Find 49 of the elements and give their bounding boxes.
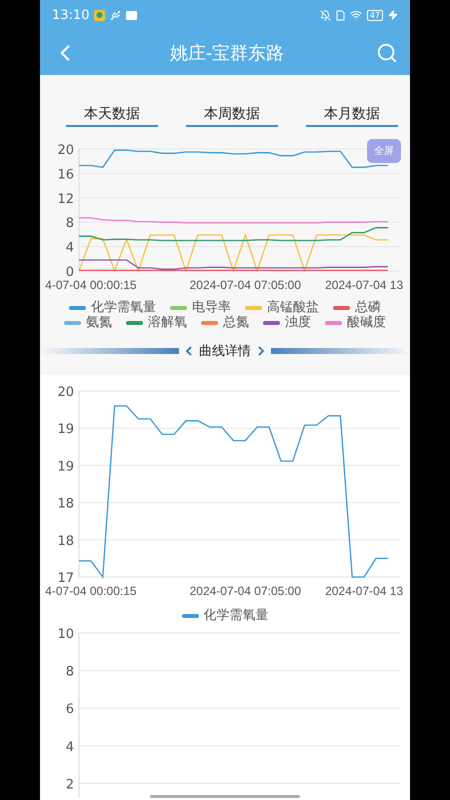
y-axis-label: 10 [57,627,74,642]
x-axis-label: 2024-07-04 07:05:00 [190,584,302,598]
legend-item[interactable]: 总氮 [201,315,249,330]
y-axis-label: 18 [57,534,74,549]
x-axis-label: 4-07-04 00:00:15 [45,584,137,598]
legend-item[interactable]: 酸碱度 [325,315,386,330]
battery-level: 47 [366,10,383,20]
legend-item[interactable]: 化学需氧量 [69,300,156,315]
sim-icon [336,10,345,20]
y-axis-label: 17 [57,571,74,586]
legend-item[interactable]: 浊度 [263,315,311,330]
legend-item[interactable]: 氨氮 [64,315,112,330]
y-axis-label: 16 [57,167,74,182]
usb-icon [110,10,122,20]
y-axis-label: 19 [57,459,74,474]
search-icon[interactable] [376,42,398,64]
y-axis-label: 2 [66,777,74,792]
page-title: 姚庄-宝群东路 [170,42,284,64]
app-icon [94,10,106,20]
y-axis-label: 19 [57,422,74,438]
y-axis-label: 4 [66,240,74,256]
right-chevron-icon [257,346,265,356]
x-axis-label: 2024-07-04 13 [325,278,404,292]
y-axis-label: 6 [66,702,74,718]
legend-item[interactable]: 电导率 [170,300,231,315]
y-axis-label: 18 [57,496,74,512]
period-tab[interactable]: 本月数据 [306,105,398,127]
y-axis-label: 12 [57,192,74,207]
x-axis-label: 4-07-04 00:00:15 [45,278,137,292]
bell-off-icon [320,10,331,20]
legend-item[interactable]: 溶解氧 [126,315,187,330]
x-axis-label: 2024-07-04 07:05:00 [190,278,302,292]
y-axis-label: 20 [57,143,74,158]
period-tab[interactable]: 本周数据 [186,105,278,127]
y-axis-label: 20 [57,385,74,400]
legend-item[interactable]: 总磷 [333,300,381,315]
x-axis-label: 2024-07-04 13 [325,584,404,598]
period-tab[interactable]: 本天数据 [66,105,158,127]
section-title: 曲线详情 [199,343,251,360]
status-time: 13:10 [52,8,90,22]
y-axis-label: 4 [66,740,74,755]
y-axis-label: 8 [66,664,74,680]
y-axis-label: 8 [66,216,74,232]
legend-item[interactable]: 高锰酸盐 [245,300,319,315]
charging-icon [388,10,398,20]
y-axis-label: 0 [66,265,74,280]
legend-item[interactable]: 化学需氧量 [182,608,268,623]
left-chevron-icon [185,346,193,356]
message-icon [126,10,138,20]
